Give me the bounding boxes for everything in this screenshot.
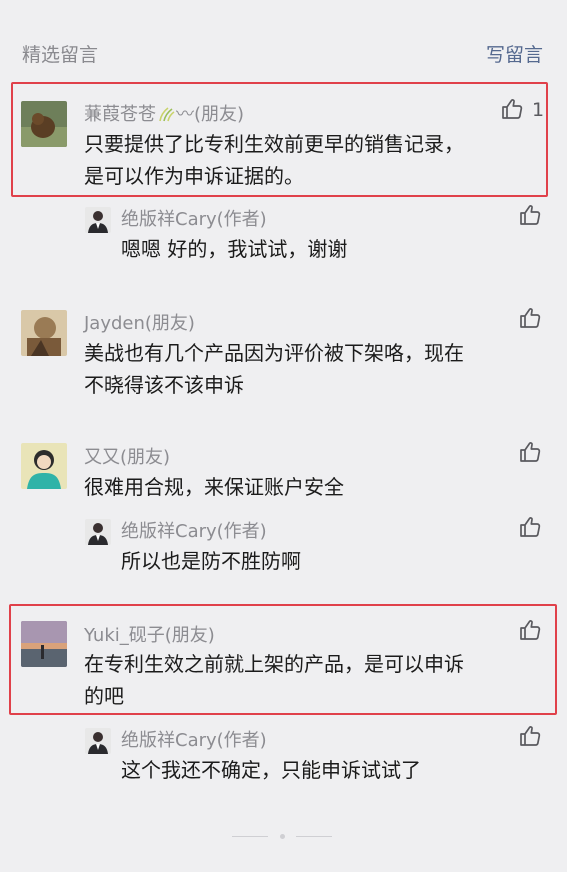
author-name: 绝版祥Cary(作者): [121, 521, 267, 542]
author-name: 绝版祥Cary(作者): [121, 209, 267, 230]
avatar[interactable]: [21, 621, 67, 667]
thumbs-up-icon[interactable]: [518, 440, 542, 464]
author-avatar[interactable]: [85, 728, 111, 754]
avatar[interactable]: [21, 443, 67, 489]
thumbs-up-icon[interactable]: [518, 306, 542, 330]
like-count: 1: [532, 99, 545, 121]
reply-text: 嗯嗯 好的，我试试，谢谢: [121, 237, 348, 261]
comment-text-line: 在专利生效之前就上架的产品，是可以申诉: [84, 652, 464, 676]
thumbs-up-icon[interactable]: [518, 203, 542, 227]
avatar[interactable]: [21, 101, 67, 147]
thumbs-up-icon[interactable]: [518, 515, 542, 539]
author-avatar[interactable]: [85, 207, 111, 233]
thumbs-up-icon[interactable]: [500, 97, 524, 121]
commenter-name: Jayden(朋友): [84, 313, 195, 334]
comment-text-line: 不晓得该不该申诉: [84, 373, 244, 397]
commenter-name-text: 蒹葭苍苍: [84, 104, 156, 125]
comment-text: 只要提供了比专利生效前更早的销售记录， 是可以作为申诉证据的。: [84, 128, 464, 192]
reply-text: 所以也是防不胜防啊: [121, 549, 301, 573]
commenter-name: 又又(朋友): [84, 447, 171, 468]
author-avatar[interactable]: [85, 519, 111, 545]
comment-text-line: 美战也有几个产品因为评价被下架咯，现在: [84, 341, 464, 365]
comment-text: 很难用合规，来保证账户安全: [84, 471, 344, 503]
end-divider: [232, 836, 268, 837]
wheat-leaf-icon: [156, 106, 176, 122]
comment-text: 美战也有几个产品因为评价被下架咯，现在 不晓得该不该申诉: [84, 337, 464, 401]
comments-header: 精选留言 写留言: [0, 0, 567, 90]
section-title: 精选留言: [22, 44, 99, 66]
commenter-name: Yuki_砚子(朋友): [84, 625, 215, 646]
reply-text: 这个我还不确定，只能申诉试试了: [121, 758, 421, 782]
end-divider: [296, 836, 332, 837]
comment-text: 在专利生效之前就上架的产品，是可以申诉 的吧: [84, 648, 464, 712]
author-name: 绝版祥Cary(作者): [121, 730, 267, 751]
write-comment-link[interactable]: 写留言: [486, 40, 543, 67]
avatar[interactable]: [21, 310, 67, 356]
commenter-name: 蒹葭苍苍 〰(朋友): [84, 100, 244, 126]
thumbs-up-icon[interactable]: [518, 724, 542, 748]
comment-text-line: 的吧: [84, 684, 124, 708]
comment-text-line: 很难用合规，来保证账户安全: [84, 475, 344, 499]
comment-text-line: 只要提供了比专利生效前更早的销售记录，: [84, 132, 464, 156]
commenter-name-suffix: 〰(朋友): [176, 104, 245, 125]
end-divider-dot: [280, 834, 285, 839]
comment-text-line: 是可以作为申诉证据的。: [84, 164, 304, 188]
thumbs-up-icon[interactable]: [518, 618, 542, 642]
